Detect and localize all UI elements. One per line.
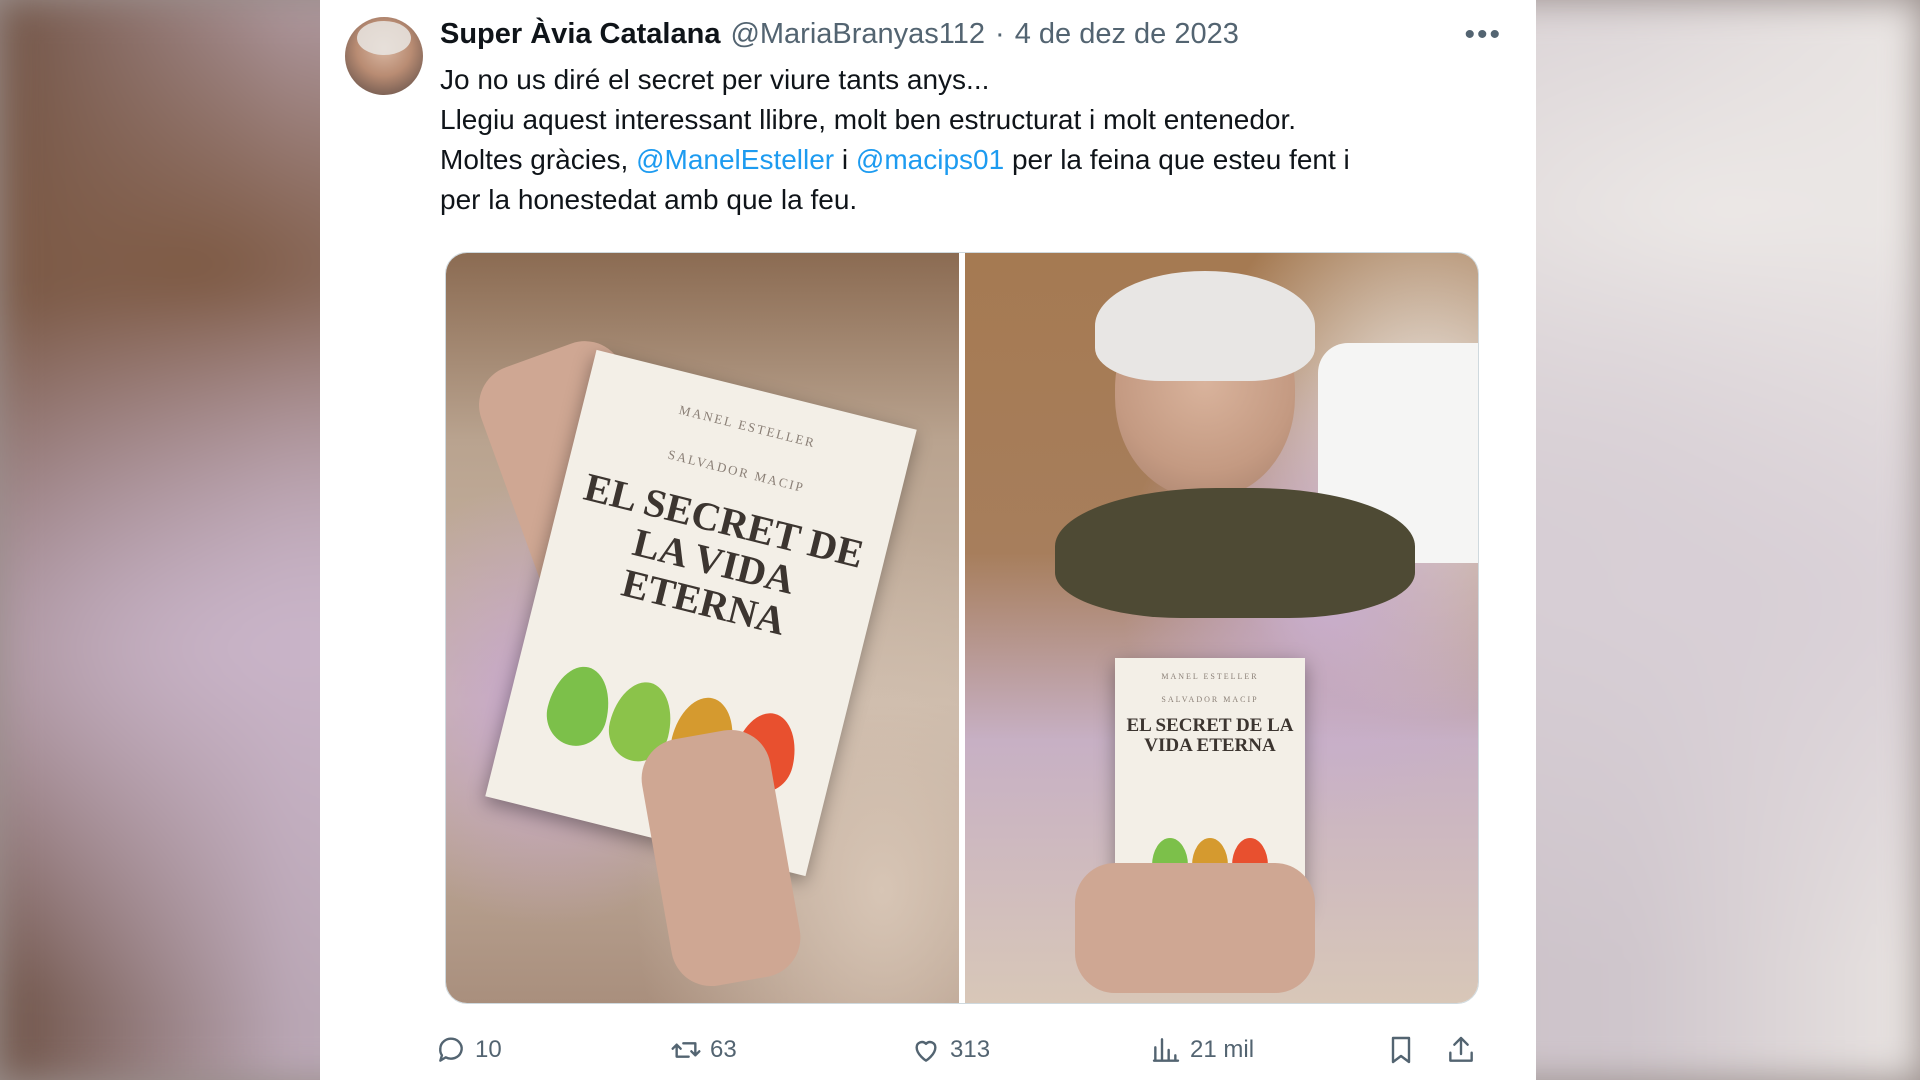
retweet-button[interactable]: 63 [670, 1028, 737, 1072]
reply-count: 10 [475, 1036, 502, 1063]
retweet-count: 63 [710, 1036, 737, 1063]
mention-link-macips01[interactable]: @macips01 [856, 144, 1004, 175]
like-button[interactable]: 313 [910, 1028, 990, 1072]
author-handle[interactable]: @MariaBranyas112 [730, 18, 985, 51]
views-button[interactable]: 21 mil [1150, 1028, 1254, 1072]
share-icon [1449, 1036, 1473, 1062]
author-name[interactable]: Super Àvia Catalana [440, 18, 720, 51]
avatar[interactable] [345, 17, 423, 95]
text-segment: per la feina que esteu fent i [1004, 144, 1350, 175]
reply-icon [439, 1037, 463, 1062]
book-authors: MANEL ESTELLER [677, 401, 818, 451]
tweet-text-line: Moltes gràcies, @ManelEsteller i @macips… [440, 140, 1500, 180]
tweet-card[interactable]: Super Àvia Catalana @MariaBranyas112 · 4… [320, 0, 1536, 1080]
views-count: 21 mil [1190, 1036, 1255, 1063]
bookmark-icon [1391, 1036, 1411, 1064]
text-segment: i [834, 144, 856, 175]
tweet-date[interactable]: 4 de dez de 2023 [1015, 18, 1239, 51]
shawl-shape [1055, 488, 1415, 618]
photo-book-closeup[interactable]: MANEL ESTELLER SALVADOR MACIP EL SECRET … [446, 253, 959, 1003]
views-chart-icon [1152, 1038, 1180, 1062]
retweet-icon [671, 1042, 701, 1058]
bookmark-button[interactable] [1385, 1028, 1417, 1072]
tweet-actions: 10 63 313 21 mil [435, 1028, 1495, 1072]
more-horizontal-icon: ••• [1464, 18, 1502, 51]
tweet-text-line: Llegiu aquest interessant llibre, molt b… [440, 104, 1297, 135]
reply-button[interactable]: 10 [435, 1028, 502, 1072]
tweet-text: Jo no us diré el secret per viure tants … [440, 60, 1500, 220]
tweet-media[interactable]: MANEL ESTELLER SALVADOR MACIP EL SECRET … [445, 252, 1479, 1004]
heart-icon [915, 1040, 937, 1062]
share-button[interactable] [1445, 1028, 1477, 1072]
more-options-button[interactable]: ••• [1464, 20, 1502, 50]
mention-link-manelesteller[interactable]: @ManelEsteller [636, 144, 834, 175]
header-separator: · [995, 17, 1005, 50]
leaf-shape [540, 660, 618, 753]
hair-shape [1095, 271, 1315, 381]
text-segment: Moltes gràcies, [440, 144, 637, 175]
book-authors: SALVADOR MACIP [1161, 695, 1259, 704]
book-title: EL SECRET DE LA VIDA ETERNA [1126, 715, 1294, 756]
tweet-text-line: per la honestedat amb que la feu. [440, 184, 858, 215]
hand-shape [1075, 863, 1315, 993]
like-count: 313 [950, 1036, 991, 1063]
book-authors: MANEL ESTELLER [1161, 672, 1259, 681]
tweet-header: Super Àvia Catalana @MariaBranyas112 · 4… [440, 14, 1239, 54]
tweet-text-line: Jo no us diré el secret per viure tants … [440, 64, 990, 95]
photo-woman-with-book[interactable]: MANEL ESTELLER SALVADOR MACIP EL SECRET … [965, 253, 1478, 1003]
